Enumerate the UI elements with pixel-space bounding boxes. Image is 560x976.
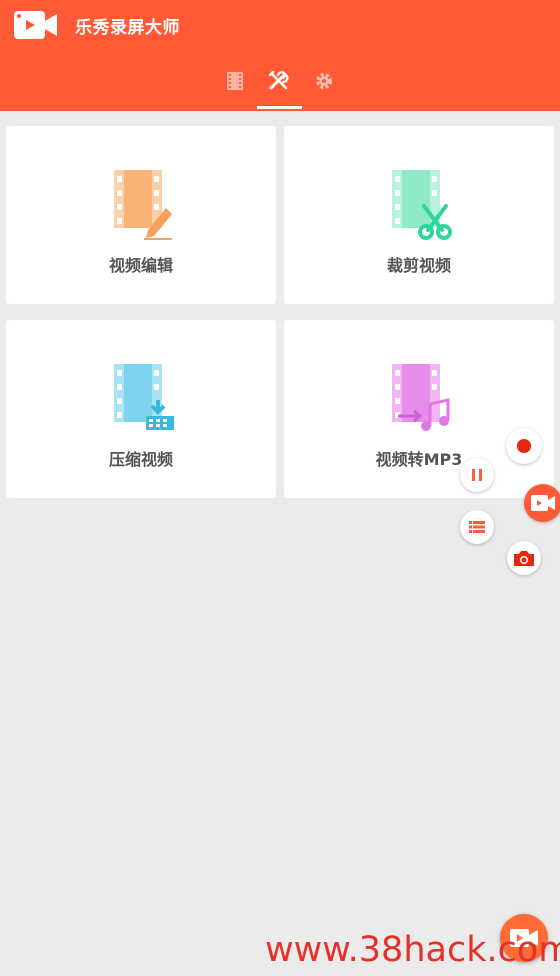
video-camera-icon <box>531 495 555 511</box>
gear-icon <box>316 73 332 89</box>
compress-video-label: 压缩视频 <box>108 450 173 469</box>
video-camera-logo-icon <box>14 11 57 39</box>
active-tab-indicator <box>257 106 302 109</box>
tab-videos[interactable] <box>215 68 255 94</box>
film-scissors-icon <box>392 170 452 240</box>
list-icon <box>469 521 485 533</box>
video-to-mp3-card[interactable]: 视频转MP3 <box>284 320 554 498</box>
compress-video-card[interactable]: 压缩视频 <box>6 320 276 498</box>
tab-settings[interactable] <box>304 68 344 94</box>
film-pencil-icon <box>114 170 172 240</box>
record-icon <box>517 439 531 453</box>
record-button[interactable] <box>506 428 542 464</box>
pause-icon <box>472 469 482 481</box>
app-title: 乐秀录屏大师 <box>75 18 180 38</box>
pause-button[interactable] <box>460 458 494 492</box>
video-edit-label: 视频编辑 <box>108 256 173 275</box>
camera-icon <box>514 551 534 566</box>
watermark: www.38hack.com <box>265 930 560 970</box>
tab-tools[interactable] <box>259 68 299 94</box>
floating-recorder-button[interactable] <box>524 484 560 522</box>
trim-video-label: 裁剪视频 <box>386 256 451 275</box>
film-music-icon <box>392 364 450 431</box>
screenshot-button[interactable] <box>507 541 541 575</box>
film-compress-icon <box>114 364 174 430</box>
trim-video-card[interactable]: 裁剪视频 <box>284 126 554 304</box>
tools-icon <box>269 71 289 90</box>
video-edit-card[interactable]: 视频编辑 <box>6 126 276 304</box>
app-header: 乐秀录屏大师 <box>0 0 560 111</box>
film-icon <box>227 72 243 90</box>
video-list-button[interactable] <box>460 510 494 544</box>
